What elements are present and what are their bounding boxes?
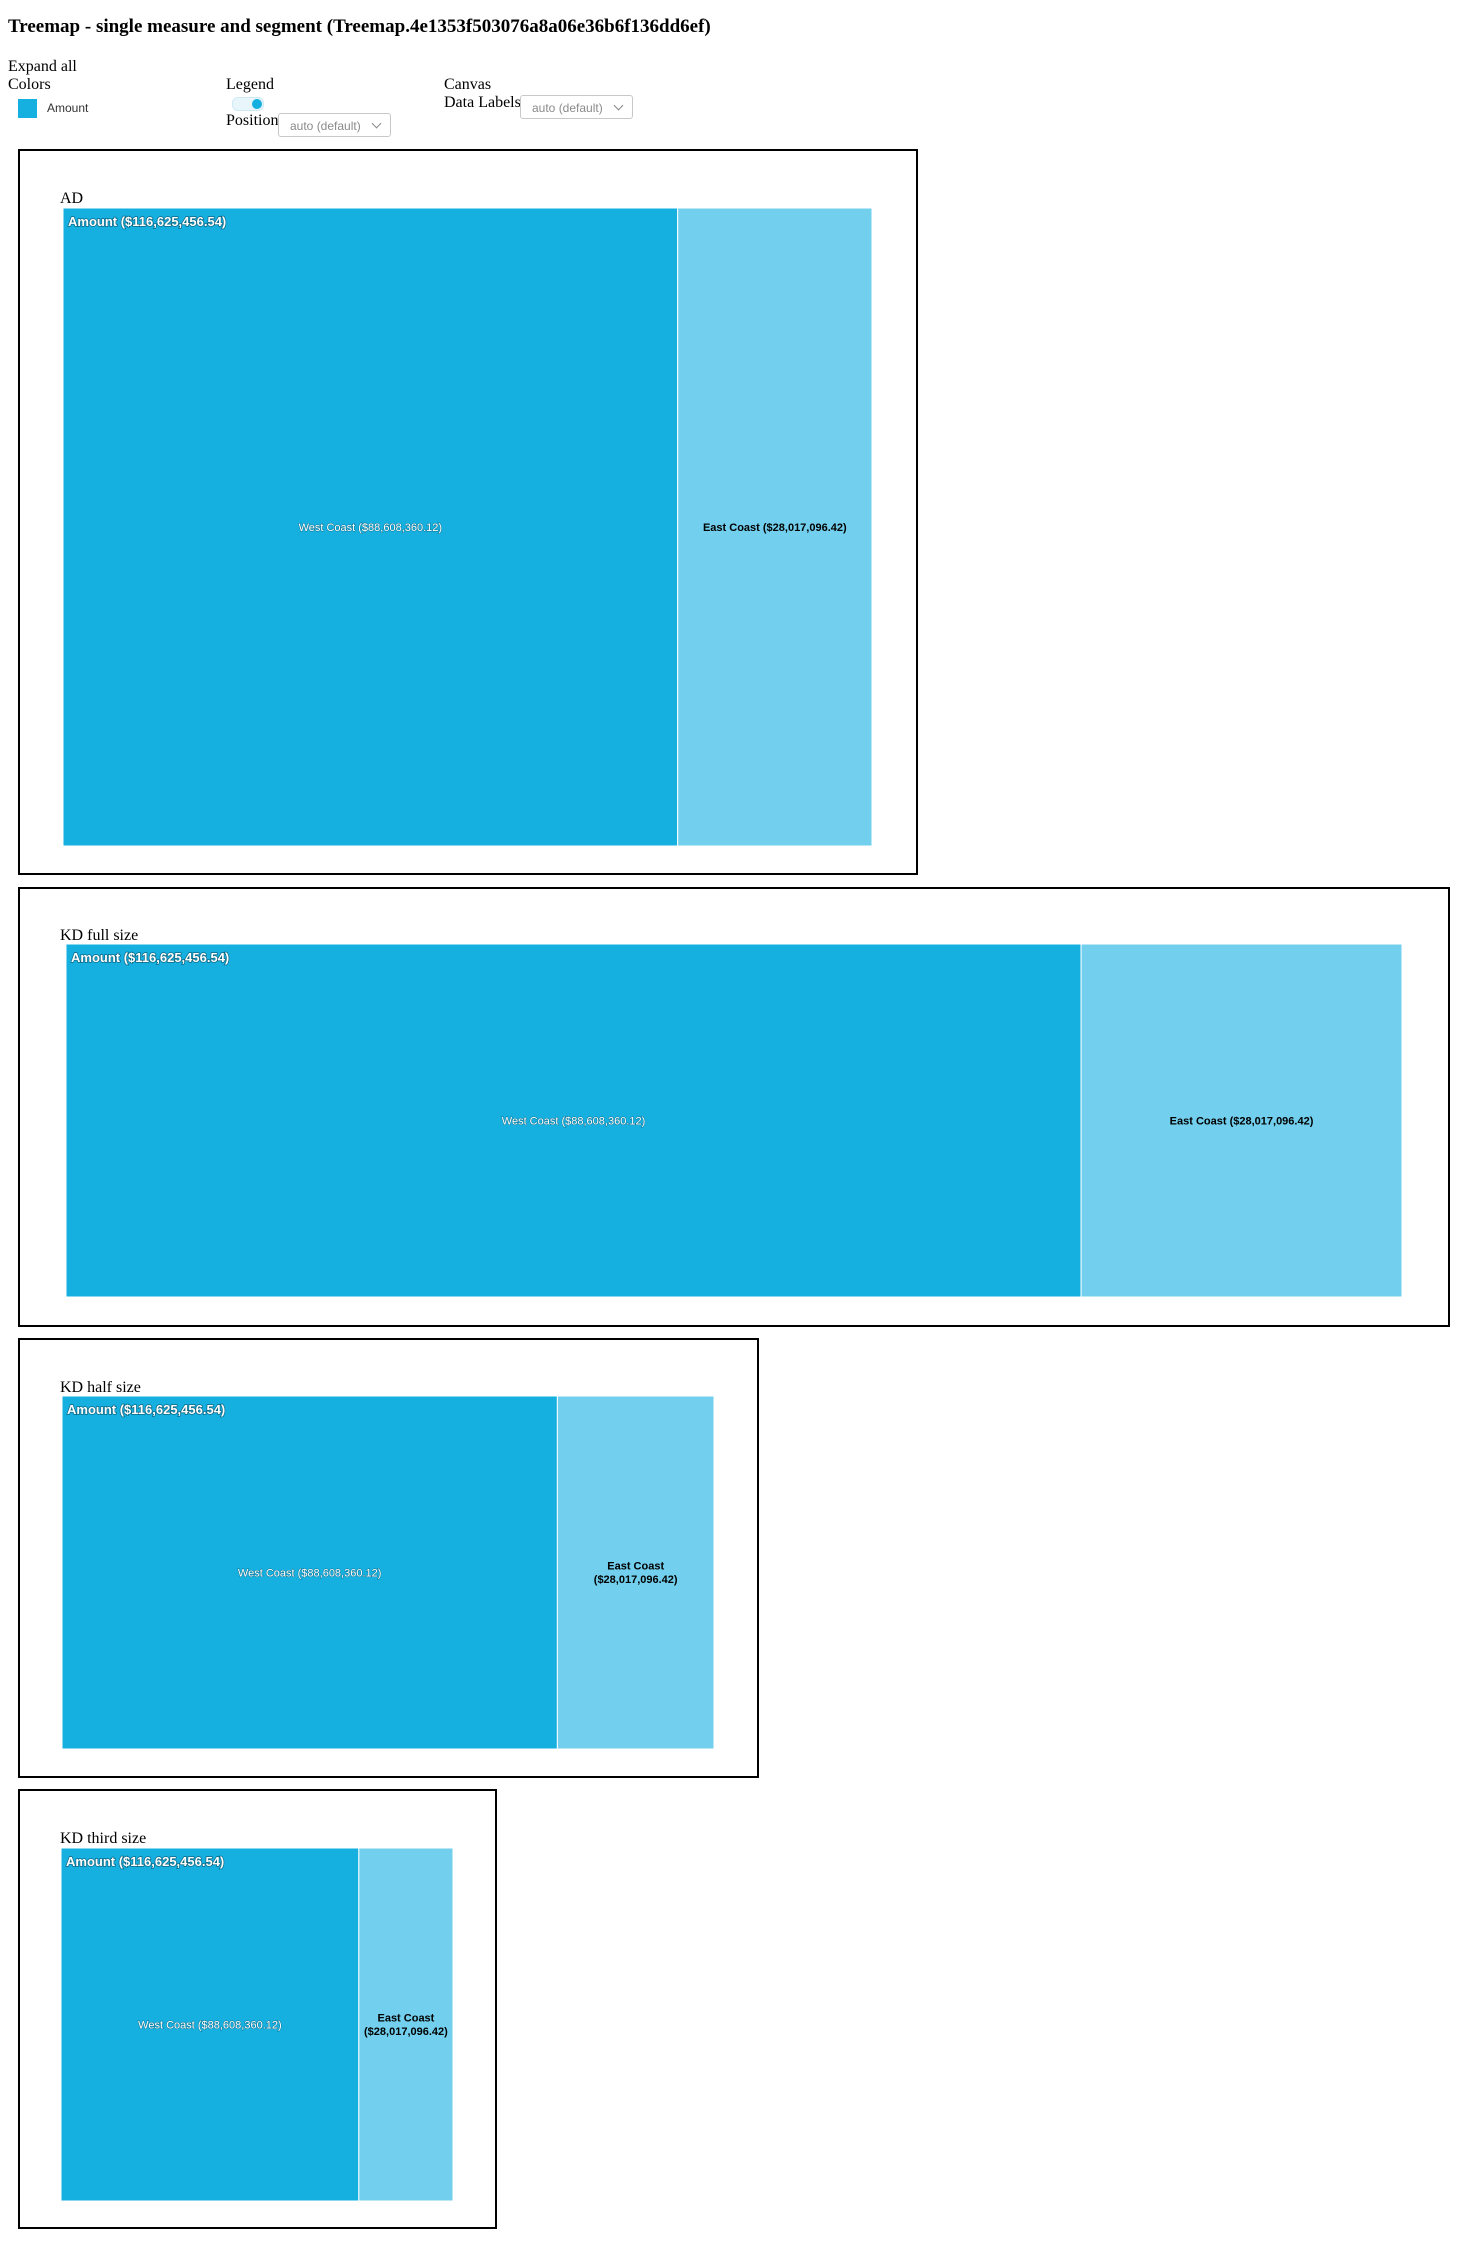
- treemap-data-label: West Coast ($88,608,360.12): [502, 1115, 646, 1127]
- panel-label: AD: [60, 190, 84, 207]
- treemap-cell-east-coast[interactable]: [358, 1847, 454, 2202]
- treemap-chart-kd-half: West Coast ($88,608,360.12) East Coast ($2…: [61, 1395, 715, 1750]
- data-labels-select[interactable]: auto (default): [520, 95, 633, 119]
- treemap-cell-east-coast[interactable]: [556, 1395, 715, 1750]
- position-select-value: auto (default): [290, 119, 361, 133]
- position-label: Position: [226, 112, 279, 129]
- treemap-data-label: West Coast ($88,608,360.12): [299, 522, 443, 534]
- panel-label: KD third size: [60, 1830, 147, 1847]
- legend-toggle[interactable]: [232, 97, 264, 111]
- treemap-header-label: Amount ($116,625,456.54): [71, 950, 229, 965]
- panel-label: KD half size: [60, 1379, 141, 1396]
- canvas-label: Canvas: [444, 76, 492, 93]
- treemap-chart-ad: West Coast ($88,608,360.12) East Coast ($…: [62, 207, 873, 847]
- position-select[interactable]: auto (default): [278, 113, 391, 137]
- expand-all-toggle[interactable]: Expand all: [8, 58, 77, 76]
- panel-label: KD full size: [60, 927, 139, 944]
- treemap-data-label: East Coast ($28,017,096.42): [1170, 1115, 1314, 1127]
- treemap-data-label: West Coast ($88,608,360.12): [238, 1567, 382, 1579]
- treemap-svg: West Coast ($88,608,360.12)East Coast ($2…: [60, 1847, 454, 2202]
- treemap-svg: West Coast ($88,608,360.12)East Coast ($2…: [61, 1395, 715, 1750]
- chevron-down-icon: [371, 118, 382, 129]
- treemap-header-label: Amount ($116,625,456.54): [66, 1854, 224, 1869]
- treemap-data-label: East Coast ($28,017,096.42): [703, 522, 847, 534]
- treemap-header-label: Amount ($116,625,456.54): [68, 214, 226, 229]
- data-labels-label: Data Labels: [444, 94, 521, 111]
- treemap-svg: West Coast ($88,608,360.12) East Coast ($…: [62, 207, 873, 847]
- data-labels-select-value: auto (default): [532, 101, 603, 115]
- treemap-data-label: West Coast ($88,608,360.12): [138, 2019, 282, 2031]
- toggle-knob: [252, 99, 262, 109]
- colors-label: Colors: [8, 76, 51, 93]
- legend-label: Legend: [226, 76, 274, 93]
- treemap-chart-kd-third: West Coast ($88,608,360.12) East Coast ($2…: [60, 1847, 454, 2202]
- legend-label-amount: Amount: [47, 101, 89, 115]
- chevron-down-icon: [613, 100, 624, 111]
- treemap-header-label: Amount ($116,625,456.54): [67, 1402, 225, 1417]
- treemap-svg: West Coast ($88,608,360.12) East Coast ($…: [65, 943, 1403, 1298]
- page-title: Treemap - single measure and segment (Tr…: [8, 16, 711, 37]
- treemap-chart-kd-full: West Coast ($88,608,360.12) East Coast ($…: [65, 943, 1403, 1298]
- legend-swatch-amount: [18, 99, 37, 118]
